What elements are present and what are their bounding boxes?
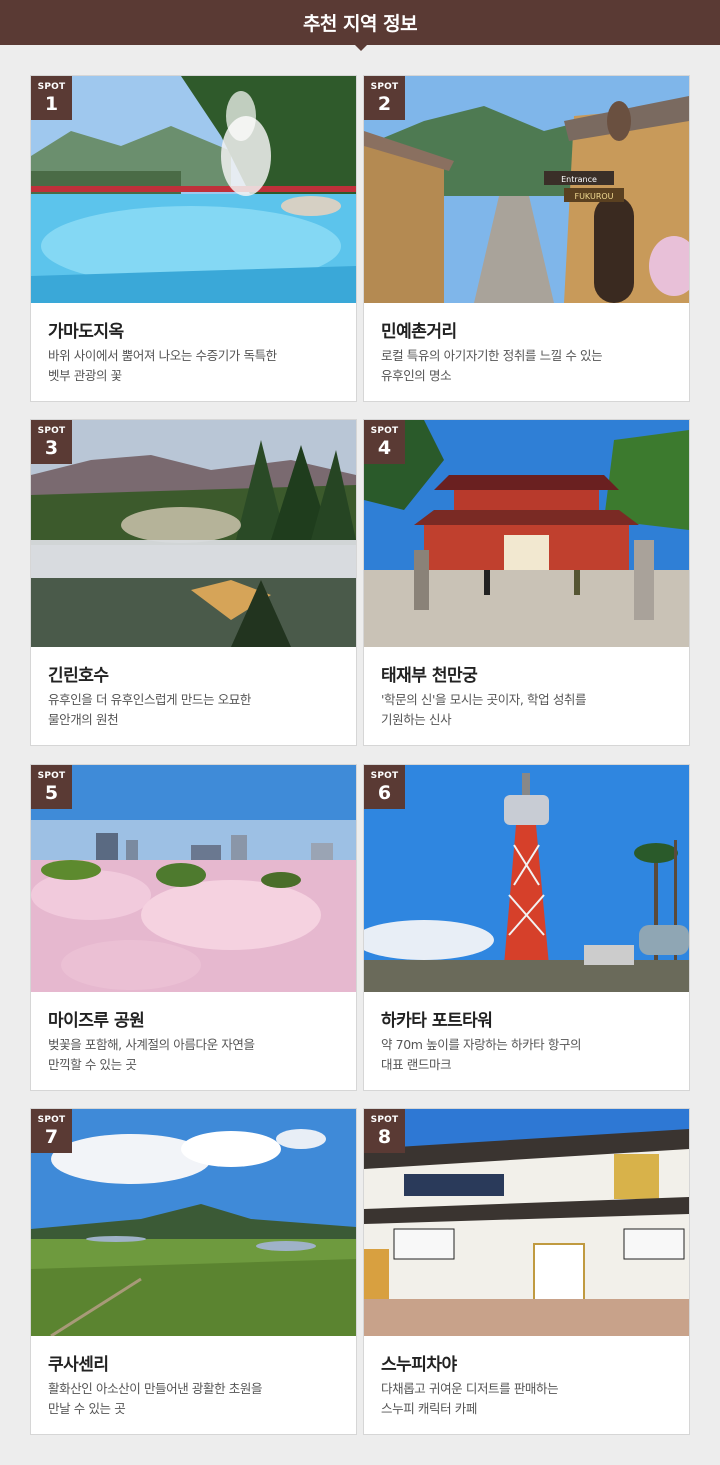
spot-title: 쿠사센리 xyxy=(48,1355,109,1375)
spot-photo-folk-village-street: Entrance FUKUROU xyxy=(364,76,689,303)
header-pointer xyxy=(354,44,368,51)
spot-title: 긴린호수 xyxy=(48,666,109,686)
spot-description: 다채롭고 귀여운 디저트를 판매하는 스누피 캐릭터 카페 xyxy=(381,1381,559,1416)
spot-photo-grassland xyxy=(31,1109,356,1336)
spot-card-2[interactable]: Entrance FUKUROU SPOT 2 민예촌거리 로컬 특유의 아기자… xyxy=(363,75,690,402)
spot-photo-cherry-blossom-park xyxy=(31,765,356,992)
spot-description: 활화산인 아소산이 만들어낸 광활한 초원을 만날 수 있는 곳 xyxy=(48,1381,263,1416)
spot-badge: SPOT 3 xyxy=(31,420,72,464)
spot-description: 벚꽃을 포함해, 사계절의 아름다운 자연을 만끽할 수 있는 곳 xyxy=(48,1037,255,1072)
spot-badge: SPOT 8 xyxy=(364,1109,405,1153)
spot-title: 민예촌거리 xyxy=(381,322,457,342)
spot-title: 가마도지옥 xyxy=(48,322,124,342)
spot-title: 마이즈루 공원 xyxy=(48,1011,145,1031)
spot-photo-port-tower xyxy=(364,765,689,992)
spot-badge: SPOT 4 xyxy=(364,420,405,464)
spot-photo-shrine xyxy=(364,420,689,647)
spot-description: 바위 사이에서 뿜어져 나오는 수증기가 독특한 벳부 관광의 꽃 xyxy=(48,348,277,383)
spot-description: '학문의 신'을 모시는 곳이자, 학업 성취를 기원하는 신사 xyxy=(381,692,587,727)
page-title: 추천 지역 정보 xyxy=(302,13,418,35)
spot-card-4[interactable]: SPOT 4 태재부 천만궁 '학문의 신'을 모시는 곳이자, 학업 성취를 … xyxy=(363,419,690,746)
spot-badge: SPOT 6 xyxy=(364,765,405,809)
page-header: 추천 지역 정보 xyxy=(0,0,720,45)
svg-text:Entrance: Entrance xyxy=(561,175,597,184)
spot-badge: SPOT 1 xyxy=(31,76,72,120)
spot-badge: SPOT 5 xyxy=(31,765,72,809)
spot-badge: SPOT 2 xyxy=(364,76,405,120)
spot-card-7[interactable]: SPOT 7 쿠사센리 활화산인 아소산이 만들어낸 광활한 초원을 만날 수 … xyxy=(30,1108,357,1435)
spot-title: 태재부 천만궁 xyxy=(381,666,478,686)
spot-photo-hotspring xyxy=(31,76,356,303)
spot-badge: SPOT 7 xyxy=(31,1109,72,1153)
spot-description: 약 70m 높이를 자랑하는 하카타 항구의 대표 랜드마크 xyxy=(381,1037,582,1072)
spot-title: 하카타 포트타워 xyxy=(381,1011,493,1031)
spot-photo-cafe xyxy=(364,1109,689,1336)
spot-photo-lake xyxy=(31,420,356,647)
spot-card-3[interactable]: SPOT 3 긴린호수 유후인을 더 유후인스럽게 만드는 오묘한 물안개의 원… xyxy=(30,419,357,746)
svg-text:FUKUROU: FUKUROU xyxy=(574,192,613,201)
spot-card-8[interactable]: SPOT 8 스누피차야 다채롭고 귀여운 디저트를 판매하는 스누피 캐릭터 … xyxy=(363,1108,690,1435)
spot-card-6[interactable]: SPOT 6 하카타 포트타워 약 70m 높이를 자랑하는 하카타 항구의 대… xyxy=(363,764,690,1091)
spot-card-1[interactable]: SPOT 1 가마도지옥 바위 사이에서 뿜어져 나오는 수증기가 독특한 벳부… xyxy=(30,75,357,402)
spot-description: 유후인을 더 유후인스럽게 만드는 오묘한 물안개의 원천 xyxy=(48,692,251,727)
spot-description: 로컬 특유의 아기자기한 정취를 느낄 수 있는 유후인의 명소 xyxy=(381,348,603,383)
spot-card-5[interactable]: SPOT 5 마이즈루 공원 벚꽃을 포함해, 사계절의 아름다운 자연을 만끽… xyxy=(30,764,357,1091)
spot-title: 스누피차야 xyxy=(381,1355,457,1375)
